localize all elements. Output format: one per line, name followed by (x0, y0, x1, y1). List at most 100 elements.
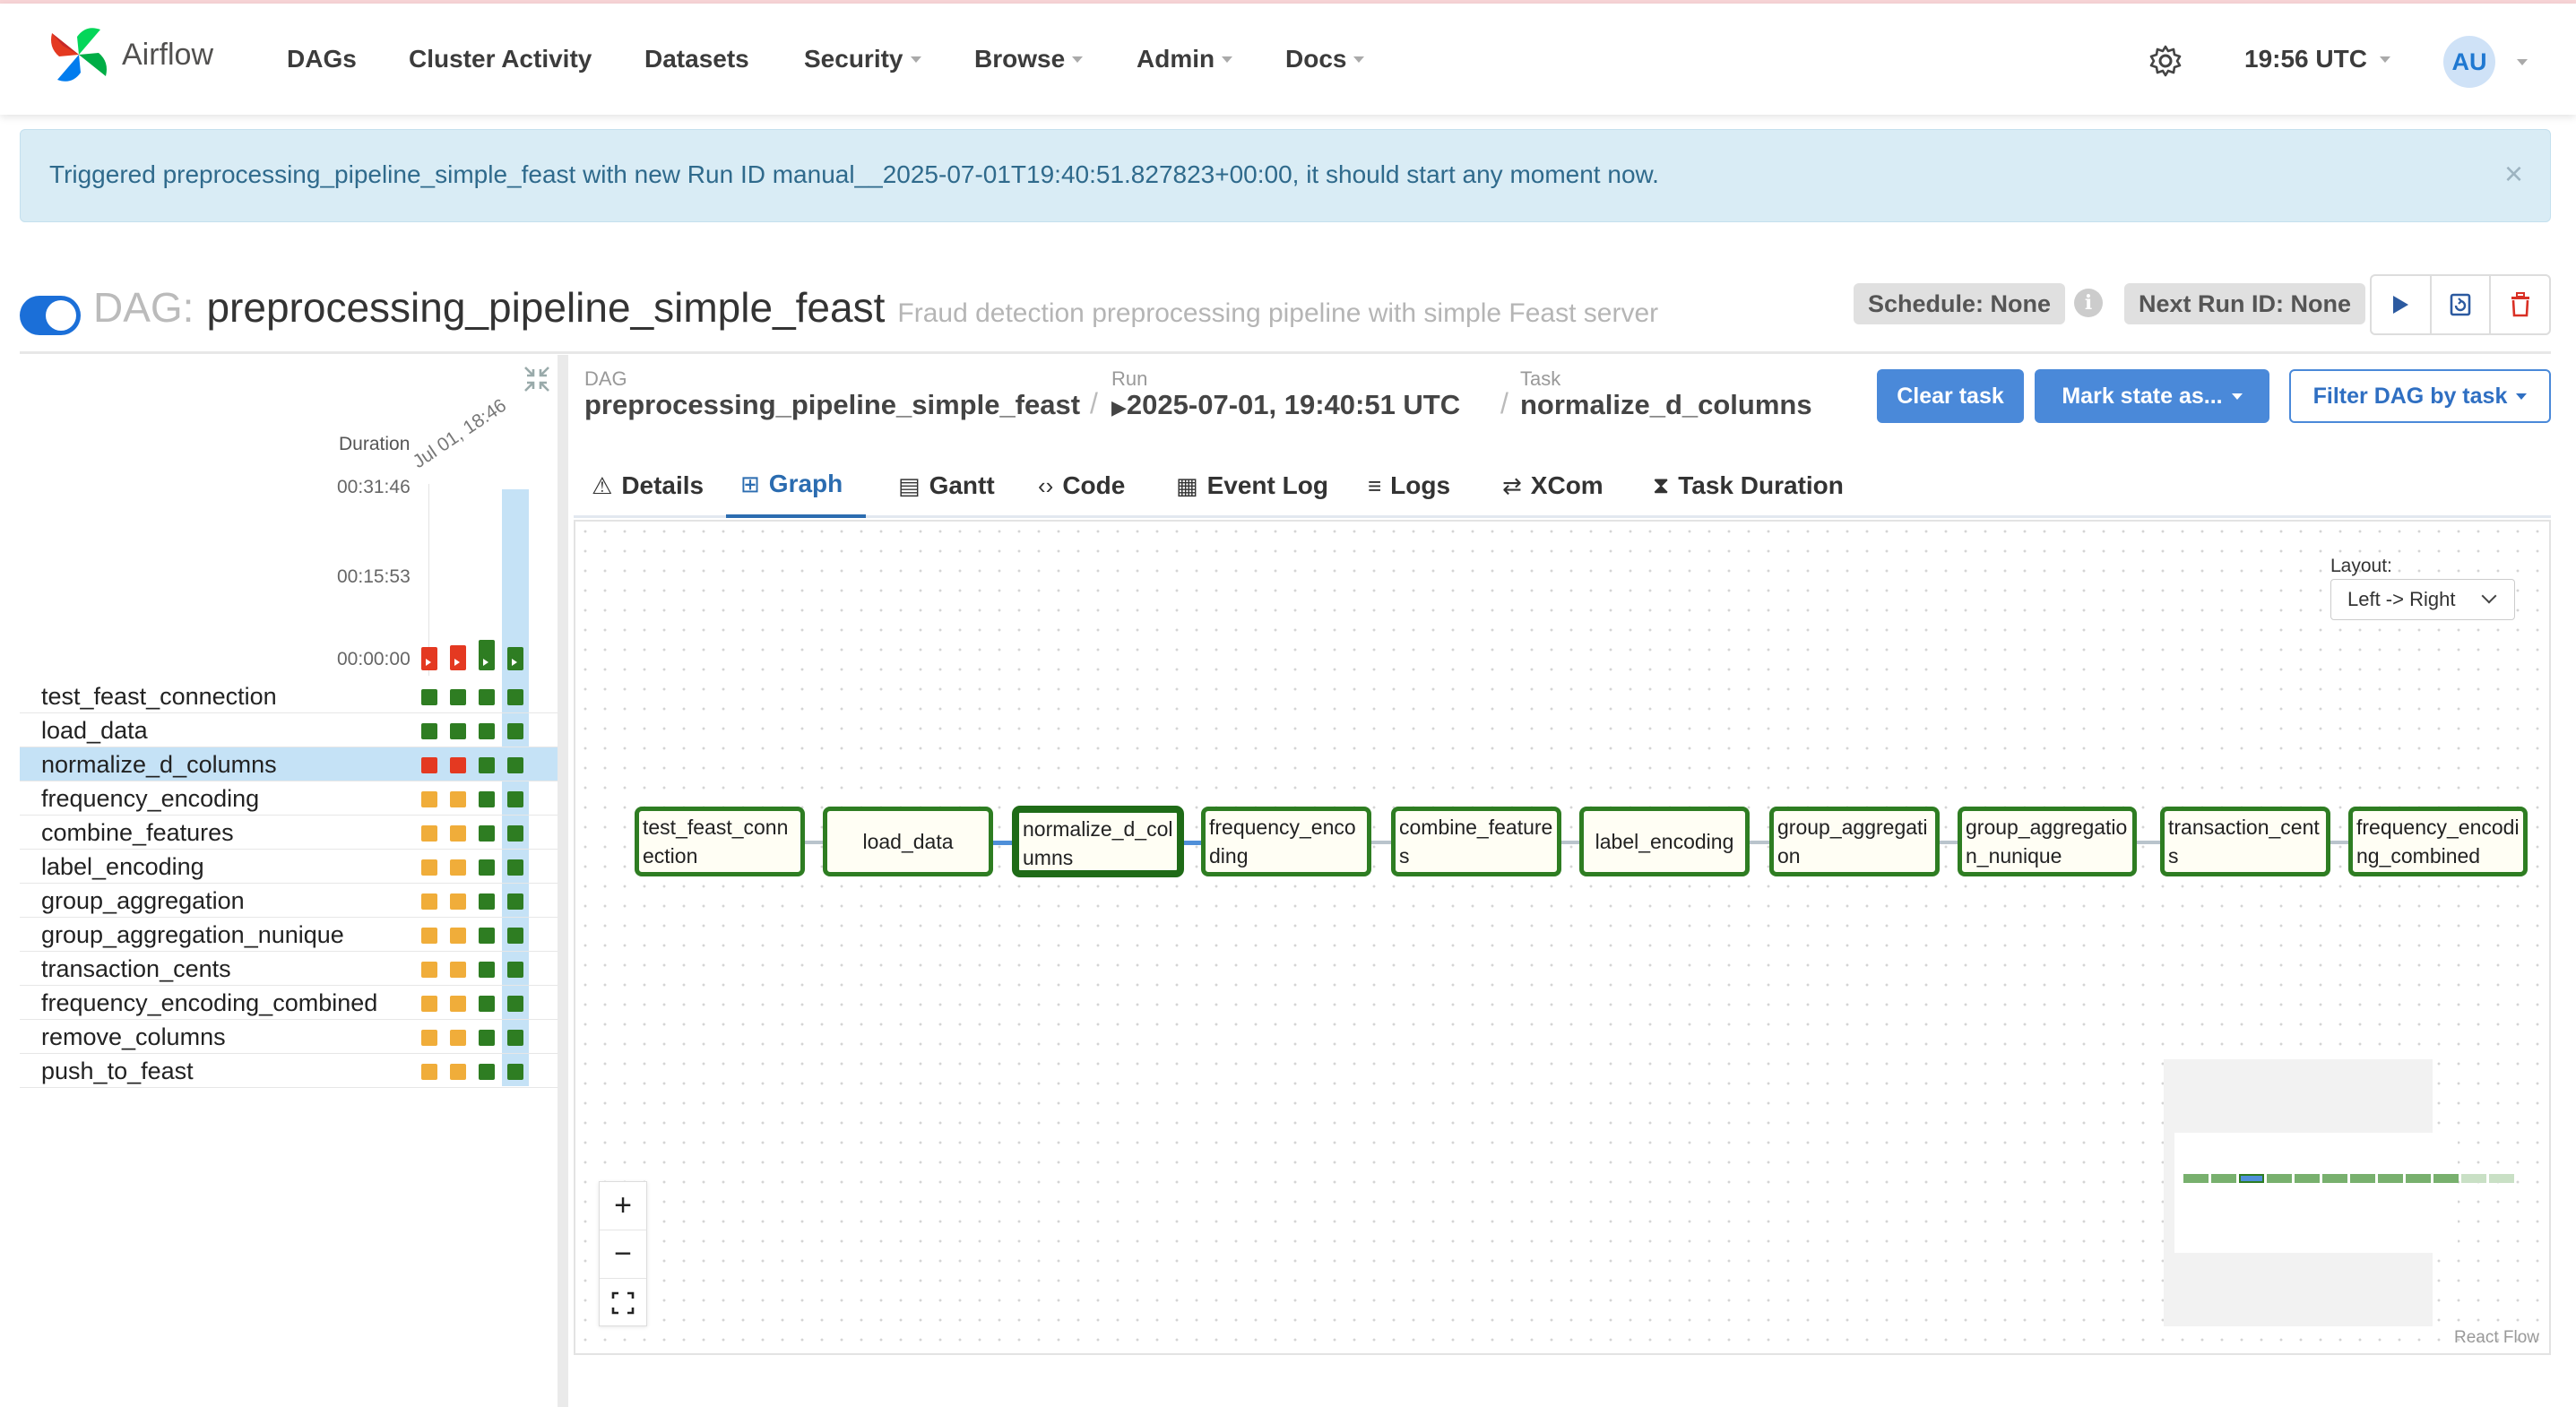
breadcrumb-dag[interactable]: DAG preprocessing_pipeline_simple_feast (584, 367, 1080, 421)
breadcrumb-task[interactable]: Task normalize_d_columns (1520, 367, 1812, 421)
task-row[interactable]: frequency_encoding (20, 781, 558, 816)
zoom-in-button[interactable]: + (600, 1182, 646, 1230)
task-instance-square[interactable] (479, 928, 495, 944)
task-instance-square[interactable] (450, 928, 466, 944)
graph-node[interactable]: combine_features (1391, 807, 1561, 876)
task-instance-square[interactable] (507, 791, 523, 807)
task-instance-square[interactable] (450, 962, 466, 978)
fit-view-button[interactable] (600, 1279, 646, 1327)
task-instance-square[interactable] (421, 962, 437, 978)
nav-dags[interactable]: DAGs (287, 45, 357, 73)
graph-node[interactable]: test_feast_connection (635, 807, 805, 876)
refresh-dag-button[interactable] (2432, 276, 2492, 333)
task-instance-square[interactable] (507, 757, 523, 773)
task-instance-square[interactable] (421, 859, 437, 876)
task-instance-square[interactable] (479, 791, 495, 807)
task-instance-square[interactable] (479, 893, 495, 910)
tab-gantt[interactable]: ▤ Gantt (898, 453, 995, 518)
task-row[interactable]: normalize_d_columns (20, 747, 558, 781)
tab-details[interactable]: ⚠ Details (592, 453, 704, 518)
tab-event-log[interactable]: ▦ Event Log (1176, 453, 1328, 518)
task-row[interactable]: transaction_cents (20, 952, 558, 986)
minimap-viewport[interactable] (2174, 1133, 2458, 1253)
graph-node[interactable]: group_aggregation (1769, 807, 1940, 876)
task-row[interactable]: load_data (20, 713, 558, 747)
task-row[interactable]: group_aggregation (20, 884, 558, 918)
minimap[interactable] (2164, 1059, 2514, 1326)
task-instance-square[interactable] (421, 757, 437, 773)
nav-docs[interactable]: Docs (1285, 45, 1365, 73)
nav-security[interactable]: Security (804, 45, 921, 73)
graph-node[interactable]: label_encoding (1579, 807, 1750, 876)
clock-dropdown[interactable]: 19:56 UTC (2244, 45, 2390, 73)
task-row[interactable]: label_encoding (20, 850, 558, 884)
task-row[interactable]: frequency_encoding_combined (20, 986, 558, 1020)
task-instance-square[interactable] (479, 825, 495, 842)
graph-node[interactable]: load_data (823, 807, 993, 876)
task-instance-square[interactable] (507, 962, 523, 978)
tab-task-duration[interactable]: ⧗ Task Duration (1653, 453, 1844, 518)
collapse-grid-icon[interactable] (522, 364, 552, 394)
tab-logs[interactable]: ≡ Logs (1368, 453, 1450, 518)
task-instance-square[interactable] (421, 723, 437, 739)
task-instance-square[interactable] (450, 757, 466, 773)
info-icon[interactable]: i (2074, 289, 2103, 317)
task-instance-square[interactable] (421, 825, 437, 842)
task-instance-square[interactable] (450, 825, 466, 842)
task-instance-square[interactable] (479, 1030, 495, 1046)
dag-pause-toggle[interactable] (20, 296, 81, 335)
run-bar[interactable] (421, 647, 437, 670)
task-instance-square[interactable] (421, 1064, 437, 1080)
tab-xcom[interactable]: ⇄ XCom (1502, 453, 1604, 518)
task-instance-square[interactable] (479, 1064, 495, 1080)
filter-dag-button[interactable]: Filter DAG by task (2289, 369, 2551, 423)
react-flow-attribution[interactable]: React Flow (2454, 1328, 2539, 1348)
panel-resize-handle[interactable] (558, 355, 568, 1407)
task-instance-square[interactable] (450, 1030, 466, 1046)
task-instance-square[interactable] (507, 893, 523, 910)
task-instance-square[interactable] (450, 689, 466, 705)
clear-task-button[interactable]: Clear task (1877, 369, 2024, 423)
dag-name[interactable]: preprocessing_pipeline_simple_feast (206, 283, 885, 332)
task-instance-square[interactable] (421, 689, 437, 705)
layout-select[interactable]: Left -> Right (2330, 579, 2515, 620)
task-row[interactable]: push_to_feast (20, 1054, 558, 1088)
task-instance-square[interactable] (507, 859, 523, 876)
task-row[interactable]: remove_columns (20, 1020, 558, 1054)
task-instance-square[interactable] (479, 757, 495, 773)
mark-state-button[interactable]: Mark state as... (2035, 369, 2269, 423)
chevron-down-icon[interactable] (2517, 59, 2528, 65)
task-instance-square[interactable] (479, 962, 495, 978)
task-instance-square[interactable] (507, 1064, 523, 1080)
task-instance-square[interactable] (507, 689, 523, 705)
task-instance-square[interactable] (421, 928, 437, 944)
close-icon[interactable]: × (2504, 155, 2523, 193)
task-instance-square[interactable] (450, 893, 466, 910)
graph-node[interactable]: frequency_encoding_combined (2348, 807, 2528, 876)
task-instance-square[interactable] (450, 859, 466, 876)
task-instance-square[interactable] (507, 723, 523, 739)
task-row[interactable]: combine_features (20, 816, 558, 850)
task-instance-square[interactable] (450, 723, 466, 739)
task-instance-square[interactable] (421, 791, 437, 807)
task-instance-square[interactable] (450, 1064, 466, 1080)
task-row[interactable]: test_feast_connection (20, 679, 558, 713)
run-bar[interactable] (507, 647, 523, 670)
task-instance-square[interactable] (479, 859, 495, 876)
tab-code[interactable]: ‹› Code (1038, 453, 1125, 518)
delete-dag-button[interactable] (2491, 276, 2549, 333)
nav-browse[interactable]: Browse (974, 45, 1084, 73)
nav-datasets[interactable]: Datasets (644, 45, 749, 73)
task-instance-square[interactable] (507, 825, 523, 842)
airflow-logo[interactable]: Airflow (45, 20, 213, 90)
task-instance-square[interactable] (479, 723, 495, 739)
user-avatar[interactable]: AU (2443, 36, 2495, 88)
graph-node[interactable]: frequency_encoding (1201, 807, 1371, 876)
graph-node[interactable]: group_aggregation_nunique (1958, 807, 2137, 876)
run-bar[interactable] (479, 640, 495, 670)
tab-graph[interactable]: ⊞ Graph (726, 453, 867, 518)
task-instance-square[interactable] (450, 791, 466, 807)
task-instance-square[interactable] (479, 996, 495, 1012)
gear-icon[interactable] (2148, 43, 2183, 79)
task-instance-square[interactable] (421, 1030, 437, 1046)
